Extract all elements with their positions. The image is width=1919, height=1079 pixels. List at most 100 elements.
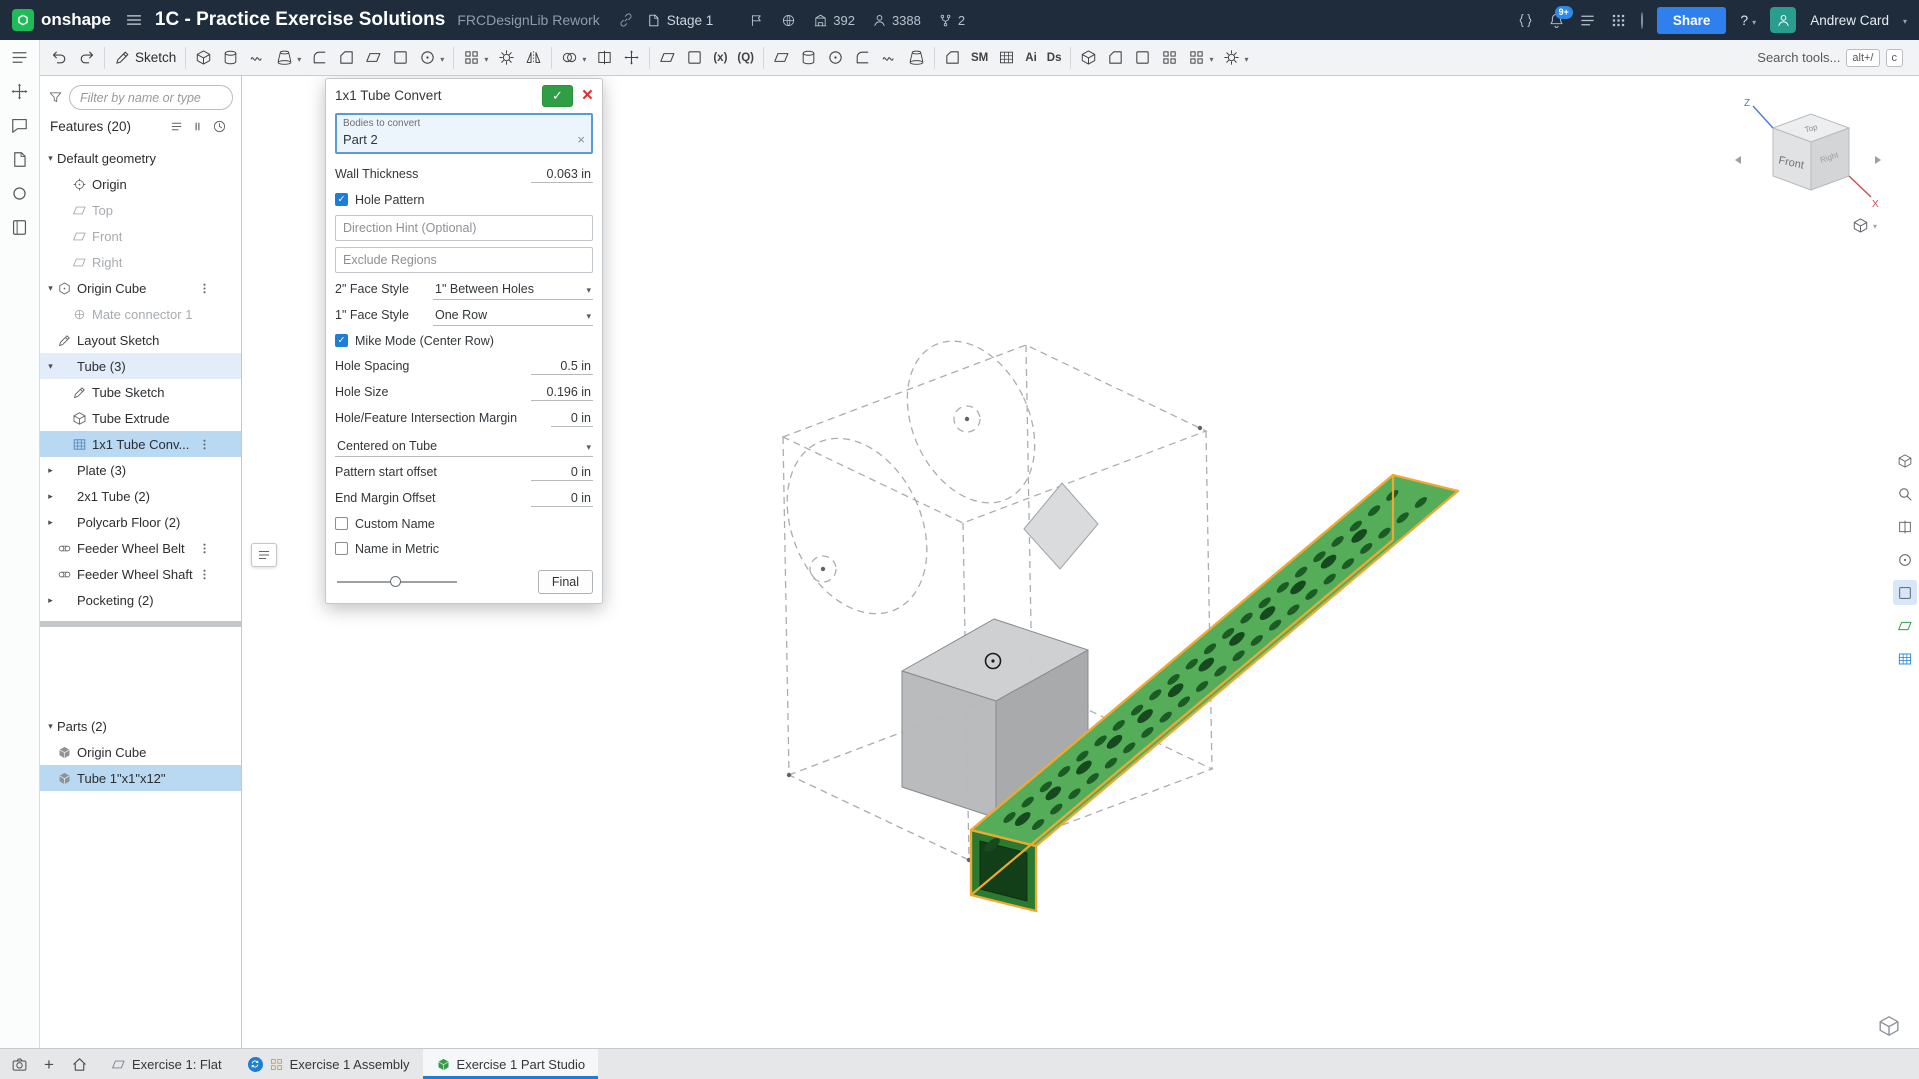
final-button[interactable]: Final — [538, 570, 593, 594]
isometric-view-button[interactable] — [1877, 1014, 1901, 1038]
pattern-start-offset-input[interactable]: 0 in — [531, 464, 593, 481]
loft-button[interactable] — [271, 44, 306, 72]
extrude-button[interactable] — [190, 44, 217, 72]
isolate-button[interactable] — [1893, 547, 1917, 572]
app-store-button[interactable] — [1610, 12, 1627, 29]
boolean-button[interactable] — [556, 44, 591, 72]
feature-row-1x1-tube-conv[interactable]: 1x1 Tube Conv... — [40, 431, 241, 457]
tag-profile-button[interactable] — [1129, 44, 1156, 72]
notebook-panel-button[interactable] — [10, 218, 29, 237]
end-margin-offset-input[interactable]: 0 in — [531, 490, 593, 507]
history-icon[interactable] — [212, 119, 227, 134]
bodies-to-convert-field[interactable]: Bodies to convert Part 2 — [335, 113, 593, 154]
custom-name-checkbox[interactable] — [335, 517, 348, 530]
feature-row-plate-3[interactable]: ▸Plate (3) — [40, 457, 241, 483]
hole-pattern-checkbox[interactable] — [335, 193, 348, 206]
feature-manager-panel-button[interactable] — [10, 48, 29, 67]
intersection-margin-input[interactable]: 0 in — [551, 410, 593, 427]
feedback-button[interactable] — [1579, 12, 1596, 29]
filter-input[interactable] — [69, 85, 233, 110]
fillet-button[interactable] — [306, 44, 333, 72]
transform-button[interactable] — [618, 44, 645, 72]
shell-button[interactable] — [387, 44, 414, 72]
configurations-panel-button[interactable] — [10, 82, 29, 101]
hole-size-input[interactable]: 0.196 in — [531, 384, 593, 401]
wall-thickness-input[interactable]: 0.063 in — [531, 166, 593, 183]
sheet-metal-model-button[interactable] — [939, 44, 966, 72]
sheet-metal-flat-button[interactable] — [1893, 613, 1917, 638]
variables-button[interactable]: (x) — [708, 44, 732, 72]
point-button[interactable] — [822, 44, 849, 72]
onshape-logo[interactable]: onshape — [12, 9, 111, 31]
preview-slider[interactable] — [337, 575, 457, 589]
rotate-left-icon[interactable] — [1735, 156, 1741, 164]
hole-spacing-input[interactable]: 0.5 in — [531, 358, 593, 375]
view-tools-button[interactable] — [1893, 448, 1917, 473]
projected-curve-button[interactable] — [849, 44, 876, 72]
doc-stat-flag[interactable] — [749, 13, 764, 28]
feature-row-2x1-tube-2[interactable]: ▸2x1 Tube (2) — [40, 483, 241, 509]
feature-row-mate-connector-1[interactable]: Mate connector 1 — [40, 301, 241, 327]
feature-list-flyout-button[interactable] — [251, 543, 277, 567]
revolve-button[interactable] — [217, 44, 244, 72]
feature-menu-icon[interactable] — [198, 568, 211, 581]
ai-custom-button[interactable]: Ai — [1020, 44, 1042, 72]
mike-mode-checkbox[interactable] — [335, 334, 348, 347]
graphics-viewport[interactable]: 1x1 Tube Convert Bodies to convert Part … — [243, 76, 1919, 1048]
face2-style-select[interactable]: 1" Between Holes — [433, 279, 593, 300]
custom-feature-tools-button[interactable] — [1218, 44, 1253, 72]
sketch-button[interactable]: Sketch — [109, 44, 181, 72]
feature-row-polycarb-floor-2[interactable]: ▸Polycarb Floor (2) — [40, 509, 241, 535]
redo-button[interactable] — [73, 44, 100, 72]
accept-button[interactable] — [542, 85, 573, 107]
slider-knob[interactable] — [390, 576, 401, 587]
undo-button[interactable] — [46, 44, 73, 72]
mirror-button[interactable] — [520, 44, 547, 72]
composite-curve-button[interactable] — [876, 44, 903, 72]
fit-spline-button[interactable] — [903, 44, 930, 72]
helix-button[interactable] — [795, 44, 822, 72]
construction-plane-button[interactable] — [768, 44, 795, 72]
circular-pattern-button[interactable] — [493, 44, 520, 72]
doc-stat-building[interactable]: 392 — [813, 13, 855, 28]
hole-position-select[interactable]: Centered on Tube — [335, 436, 593, 457]
dialog-header[interactable]: 1x1 Tube Convert — [326, 79, 602, 112]
hole-button[interactable] — [414, 44, 449, 72]
pattern-tools-button[interactable] — [1183, 44, 1218, 72]
featurescript-icon[interactable] — [1517, 12, 1534, 29]
feature-row-tube-sketch[interactable]: Tube Sketch — [40, 379, 241, 405]
capture-thumbnail-button[interactable] — [6, 1051, 32, 1077]
insert-after-icon[interactable] — [170, 120, 183, 133]
cancel-button[interactable] — [582, 86, 593, 105]
filter-funnel-icon[interactable] — [48, 90, 63, 105]
create-tab-button[interactable]: + — [36, 1051, 62, 1077]
delete-part-button[interactable] — [681, 44, 708, 72]
caret-down-icon[interactable]: ▾ — [44, 153, 57, 164]
feature-row-feeder-wheel-shaft[interactable]: Feeder Wheel Shaft — [40, 561, 241, 587]
user-menu-chevron-icon[interactable] — [1903, 11, 1907, 29]
search-tools[interactable]: Search tools... alt+/ c — [1757, 49, 1903, 67]
share-button[interactable]: Share — [1657, 7, 1727, 34]
tab-exercise-1-assembly[interactable]: Exercise 1 Assembly — [235, 1049, 423, 1079]
section-view-button[interactable] — [1893, 514, 1917, 539]
linear-pattern-button[interactable] — [458, 44, 493, 72]
main-menu-button[interactable] — [125, 11, 143, 29]
doc-stat-fork[interactable]: 2 — [938, 13, 965, 28]
parts-section-header[interactable]: Parts (2) — [40, 713, 241, 739]
ds-custom-button[interactable]: Ds — [1042, 44, 1067, 72]
bom-table-button[interactable] — [1893, 646, 1917, 671]
part-row-origin-cube[interactable]: Origin Cube — [40, 739, 241, 765]
sweep-button[interactable] — [244, 44, 271, 72]
sm-custom-button[interactable]: SM — [966, 44, 993, 72]
comments-panel-button[interactable] — [10, 116, 29, 135]
rollback-bar[interactable] — [40, 621, 241, 627]
feature-row-tube-3[interactable]: ▾Tube (3) — [40, 353, 241, 379]
direction-hint-input[interactable] — [335, 215, 593, 241]
clear-selection-icon[interactable] — [577, 132, 585, 147]
feature-row-tube-extrude[interactable]: Tube Extrude — [40, 405, 241, 431]
doc-stat-globe[interactable] — [781, 13, 796, 28]
doc-stat-person[interactable]: 3388 — [872, 13, 921, 28]
rotate-right-icon[interactable] — [1875, 156, 1881, 164]
gusset-button[interactable] — [1102, 44, 1129, 72]
face1-style-select[interactable]: One Row — [433, 305, 593, 326]
